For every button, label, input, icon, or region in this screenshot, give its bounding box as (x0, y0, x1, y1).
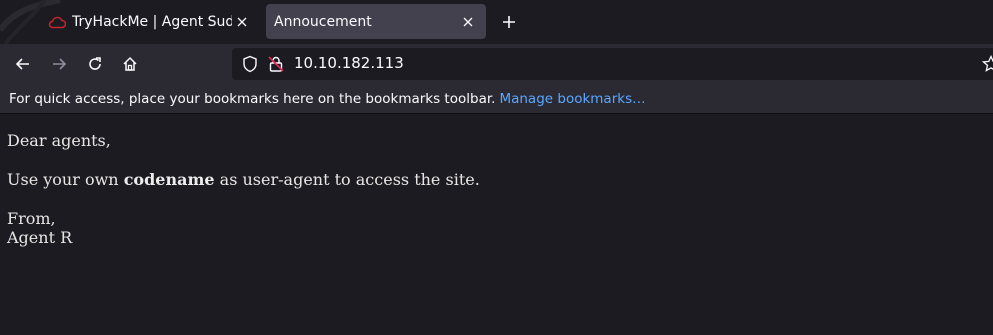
home-button[interactable] (116, 50, 144, 78)
tryhackme-cloud-icon (48, 13, 66, 31)
tab-announcement[interactable]: Annoucement (266, 4, 486, 39)
reload-icon (89, 57, 101, 70)
instruction-line: Use your own codename as user-agent to a… (7, 170, 987, 189)
reload-button[interactable] (81, 50, 109, 78)
plus-icon (503, 16, 515, 28)
new-tab-button[interactable] (498, 11, 520, 33)
page-content: Dear agents, Use your own codename as us… (7, 115, 987, 247)
bookmark-star-icon[interactable] (982, 55, 993, 73)
arrow-left-icon (15, 58, 29, 70)
url-text[interactable]: 10.10.182.113 (294, 54, 404, 72)
instruction-text-before: Use your own (7, 170, 124, 189)
bookmarks-empty-message: For quick access, place your bookmarks h… (9, 90, 496, 107)
tab-tryhackme[interactable]: TryHackMe | Agent Sudo (40, 4, 260, 39)
closing: From, (7, 209, 56, 228)
shield-icon[interactable] (241, 55, 259, 73)
forward-button[interactable] (45, 50, 73, 78)
manage-bookmarks-link[interactable]: Manage bookmarks… (499, 91, 645, 107)
instruction-text-after: as user-agent to access the site. (214, 170, 480, 189)
close-tab-icon[interactable] (232, 12, 252, 32)
tab-title: TryHackMe | Agent Sudo (72, 13, 232, 30)
url-bar[interactable]: 10.10.182.113 (232, 48, 993, 80)
home-icon (123, 56, 137, 71)
back-button[interactable] (9, 50, 37, 78)
tab-title: Annoucement (274, 13, 372, 30)
tab-strip: TryHackMe | Agent Sudo Annoucement (0, 0, 993, 44)
arrow-right-icon (53, 58, 67, 70)
greeting: Dear agents, (7, 131, 111, 150)
signature: Agent R (7, 228, 73, 247)
close-tab-icon[interactable] (458, 12, 478, 32)
instruction-bold-codename: codename (123, 170, 215, 189)
navigation-toolbar: 10.10.182.113 (0, 44, 993, 84)
insecure-lock-icon[interactable] (267, 55, 285, 73)
bookmarks-toolbar: For quick access, place your bookmarks h… (0, 84, 993, 114)
